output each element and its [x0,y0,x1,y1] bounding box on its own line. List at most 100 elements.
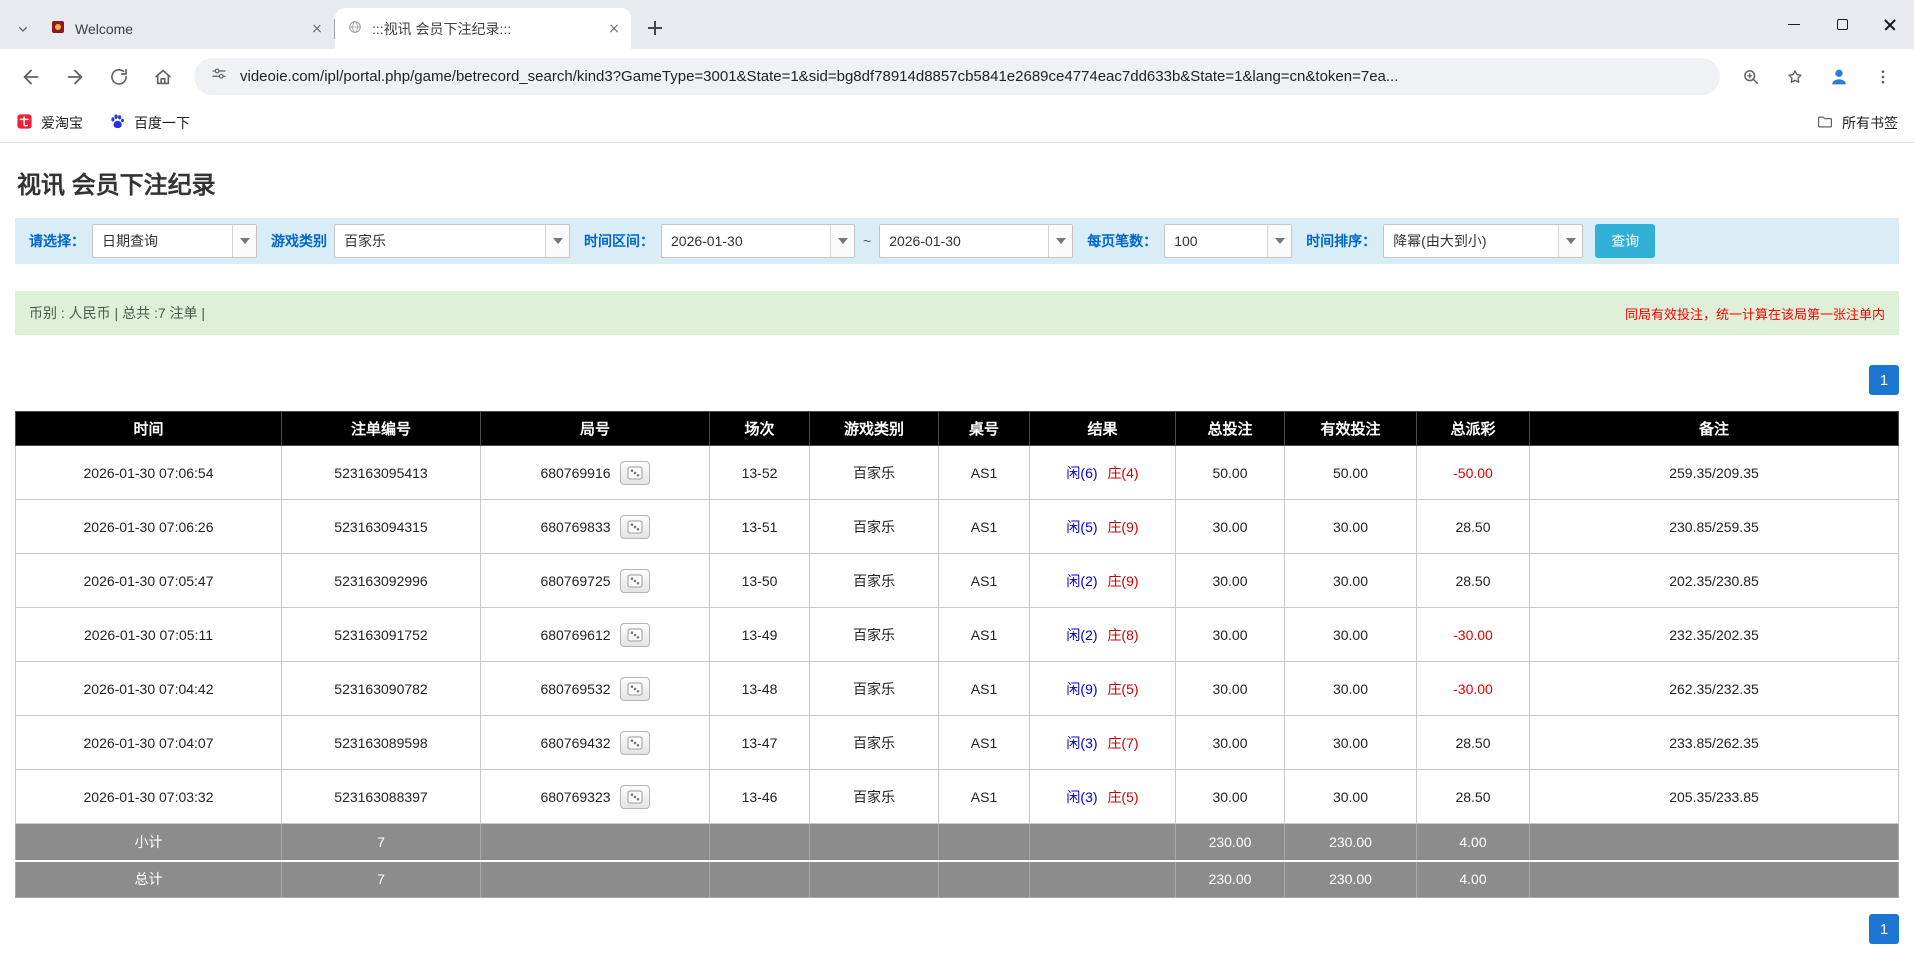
payout-cell: 28.50 [1417,554,1530,608]
menu-kebab-icon[interactable] [1862,56,1904,98]
video-replay-icon[interactable] [620,569,650,593]
pagination-page-1[interactable]: 1 [1869,365,1899,395]
window-controls [1770,0,1914,49]
refresh-icon[interactable] [98,56,140,98]
chevron-down-icon[interactable] [232,225,256,257]
valid-bet-cell: 30.00 [1285,554,1417,608]
page-content: 视讯 会员下注纪录 请选择： 日期查询 游戏类别 百家乐 时间区间： 2026-… [0,165,1914,944]
round-number: 680769532 [540,681,610,697]
video-replay-icon[interactable] [620,785,650,809]
sort-order-value: 降幂(由大到小) [1384,225,1558,257]
site-info-icon[interactable] [210,65,228,88]
chevron-down-icon[interactable] [830,225,854,257]
tab-close-icon[interactable] [308,20,326,38]
valid-bet-cell: 50.00 [1285,446,1417,500]
search-button[interactable]: 查询 [1595,224,1655,258]
pagination-page-1[interactable]: 1 [1869,914,1899,944]
video-replay-icon[interactable] [620,731,650,755]
result-player: 闲(3) [1066,789,1097,805]
tab-title: Welcome [75,21,299,37]
sort-order-select[interactable]: 降幂(由大到小) [1383,224,1583,258]
address-bar[interactable]: videoie.com/ipl/portal.php/game/betrecor… [194,58,1720,95]
result-cell: 闲(2) 庄(9) [1030,554,1176,608]
chevron-down-icon[interactable] [1558,225,1582,257]
date-to-select[interactable]: 2026-01-30 [879,224,1073,258]
bet-id-cell: 523163091752 [282,608,481,662]
empty-cell [1530,861,1899,898]
time-cell: 2026-01-30 07:06:54 [16,446,282,500]
valid-bet-cell: 30.00 [1285,770,1417,824]
total-bet-cell[interactable]: 30.00 [1176,500,1285,554]
back-icon[interactable] [10,56,52,98]
header-table-no: 桌号 [939,412,1030,446]
round-cell: 680769532 [481,662,710,716]
game-type-cell: 百家乐 [810,770,939,824]
round-number: 680769612 [540,627,610,643]
date-separator: ~ [863,233,871,249]
total-bet-cell[interactable]: 50.00 [1176,446,1285,500]
session-cell: 13-50 [710,554,810,608]
date-from-select[interactable]: 2026-01-30 [661,224,855,258]
bet-id-cell: 523163092996 [282,554,481,608]
bookmark-star-icon[interactable] [1774,56,1816,98]
note-cell: 202.35/230.85 [1530,554,1899,608]
close-button[interactable] [1866,0,1914,49]
total-bet-cell[interactable]: 30.00 [1176,770,1285,824]
url-text[interactable]: videoie.com/ipl/portal.php/game/betrecor… [240,68,1398,85]
total-payout: 4.00 [1417,861,1530,898]
total-bet-cell[interactable]: 30.00 [1176,554,1285,608]
table-no-cell: AS1 [939,446,1030,500]
chevron-down-icon[interactable] [1267,225,1291,257]
game-type-select[interactable]: 百家乐 [334,224,570,258]
bookmark-baidu[interactable]: 百度一下 [109,113,190,133]
result-banker: 庄(8) [1107,627,1138,643]
time-cell: 2026-01-30 07:05:11 [16,608,282,662]
header-time: 时间 [16,412,282,446]
video-replay-icon[interactable] [620,515,650,539]
bet-id-cell: 523163089598 [282,716,481,770]
total-bet-cell[interactable]: 30.00 [1176,716,1285,770]
chevron-down-icon[interactable] [1048,225,1072,257]
result-banker: 庄(5) [1107,681,1138,697]
table-no-cell: AS1 [939,716,1030,770]
query-type-select[interactable]: 日期查询 [92,224,257,258]
valid-bet-cell: 30.00 [1285,500,1417,554]
valid-bet-cell: 30.00 [1285,716,1417,770]
new-tab-button[interactable] [641,14,669,42]
total-total-bet: 230.00 [1176,861,1285,898]
note-cell: 262.35/232.35 [1530,662,1899,716]
video-replay-icon[interactable] [620,623,650,647]
bookmark-aitaobao[interactable]: 爱淘宝 [16,113,83,133]
tab-welcome[interactable]: Welcome [38,8,334,49]
total-bet-cell[interactable]: 30.00 [1176,662,1285,716]
valid-bet-cell: 30.00 [1285,662,1417,716]
pagination-top: 1 [15,365,1899,395]
page-title: 视讯 会员下注纪录 [17,165,1899,200]
video-replay-icon[interactable] [620,461,650,485]
total-bet-cell[interactable]: 30.00 [1176,608,1285,662]
header-bet-id: 注单编号 [282,412,481,446]
zoom-icon[interactable] [1730,56,1772,98]
tab-betrecord[interactable]: :::视讯 会员下注纪录::: [335,8,631,49]
game-type-cell: 百家乐 [810,500,939,554]
all-bookmarks[interactable]: 所有书签 [1816,113,1898,134]
game-type-cell: 百家乐 [810,608,939,662]
header-round: 局号 [481,412,710,446]
session-cell: 13-51 [710,500,810,554]
forward-icon[interactable] [54,56,96,98]
tab-close-icon[interactable] [605,20,623,38]
payout-cell: 28.50 [1417,716,1530,770]
minimize-button[interactable] [1770,0,1818,49]
profile-avatar-icon[interactable] [1818,56,1860,98]
maximize-button[interactable] [1818,0,1866,49]
all-bookmarks-label: 所有书签 [1842,113,1898,133]
tab-search-chevron-icon[interactable] [8,9,38,49]
chevron-down-icon[interactable] [545,225,569,257]
session-cell: 13-48 [710,662,810,716]
empty-cell [939,824,1030,861]
page-size-select[interactable]: 100 [1164,224,1292,258]
home-icon[interactable] [142,56,184,98]
subtotal-valid-bet: 230.00 [1285,824,1417,861]
round-cell: 680769833 [481,500,710,554]
video-replay-icon[interactable] [620,677,650,701]
